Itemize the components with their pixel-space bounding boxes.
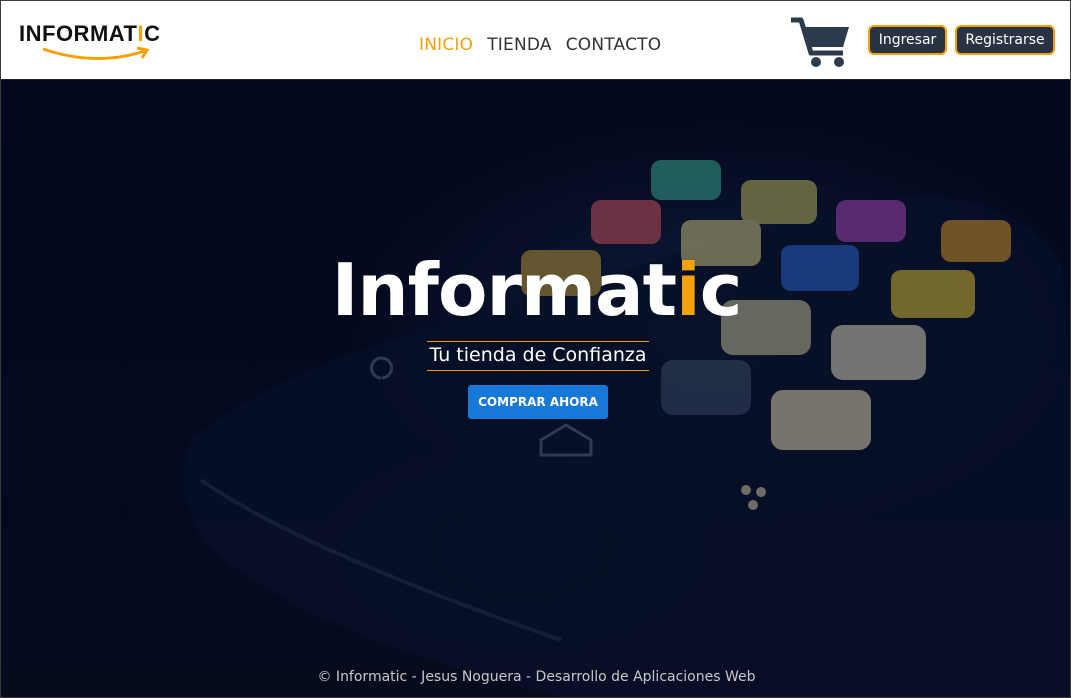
navbar: INFORMATIC INICIO TIENDA CONTACTO Ingres… [1, 1, 1070, 80]
shopping-cart-icon[interactable] [789, 17, 851, 69]
hero-section: Informatic Tu tienda de Confianza COMPRA… [1, 80, 1070, 697]
logo-text: INFORMATIC [19, 21, 161, 46]
login-button[interactable]: Ingresar [868, 25, 947, 55]
nav-link-contacto[interactable]: CONTACTO [566, 35, 662, 55]
footer-credit: © Informatic - Jesus Noguera - Desarroll… [317, 669, 756, 685]
subtitle-top-rule [427, 341, 649, 342]
nav-link-tienda[interactable]: TIENDA [487, 35, 551, 55]
brand-logo[interactable]: INFORMATIC [19, 19, 169, 65]
buy-now-button[interactable]: COMPRAR AHORA [468, 385, 608, 419]
nav-links: INICIO TIENDA CONTACTO [419, 35, 661, 55]
hero-subtitle: Tu tienda de Confianza [429, 344, 647, 366]
hero-subtitle-block: Tu tienda de Confianza [427, 341, 649, 371]
hero-title: Informatic [331, 248, 743, 332]
subtitle-bottom-rule [427, 370, 649, 371]
page-frame: INFORMATIC INICIO TIENDA CONTACTO Ingres… [0, 0, 1071, 698]
nav-link-inicio[interactable]: INICIO [419, 35, 473, 55]
smile-arrow-icon [42, 46, 150, 61]
register-button[interactable]: Registrarse [955, 25, 1055, 55]
